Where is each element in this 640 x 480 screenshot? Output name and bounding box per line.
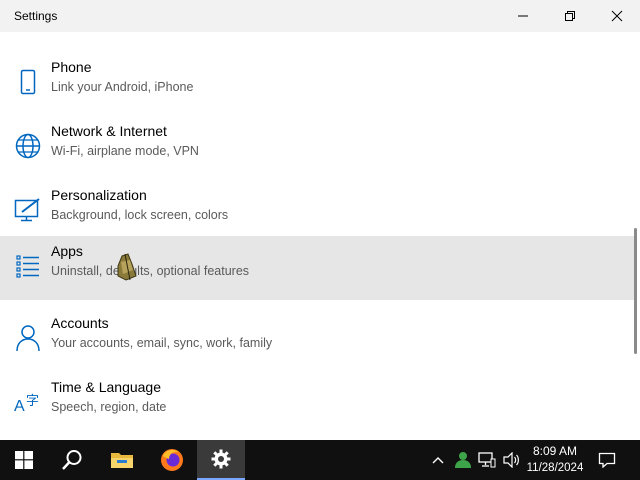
category-description: Wi-Fi, airplane mode, VPN [51,144,199,158]
category-label: Apps [51,243,83,259]
category-description: Your accounts, email, sync, work, family [51,336,273,350]
windows-start-icon [15,451,33,469]
settings-taskbar-button[interactable] [197,440,245,480]
clock-date: 11/28/2024 [526,462,584,474]
settings-category-list: Phone Link your Android, iPhone Network … [0,32,640,440]
network-wired-icon [478,452,496,468]
time-language-icon: A 字 [12,386,44,418]
taskbar-clock[interactable]: 8:09 AM 11/28/2024 [522,443,588,479]
start-button[interactable] [0,440,48,480]
volume-tray-button[interactable] [500,440,522,480]
category-description: Uninstall, defaults, optional features [51,264,250,278]
phone-icon [12,66,44,98]
restore-button[interactable] [547,0,593,32]
firefox-button[interactable] [148,440,196,480]
globe-icon [12,130,44,162]
category-label: Network & Internet [51,123,167,139]
scrollbar-thumb[interactable] [634,228,637,354]
speaker-icon [503,452,519,468]
minimize-icon [518,15,528,17]
file-explorer-button[interactable] [98,440,146,480]
minimize-button[interactable] [500,0,546,32]
category-accounts[interactable]: Accounts Your accounts, email, sync, wor… [0,308,636,372]
show-hidden-icons-button[interactable] [428,440,448,480]
settings-gear-icon [211,449,231,469]
chevron-up-icon [432,457,444,464]
mouse-cursor-icon [112,250,140,284]
personalization-icon [12,194,44,226]
category-network-internet[interactable]: Network & Internet Wi-Fi, airplane mode,… [0,116,636,180]
clock-time: 8:09 AM [532,444,578,458]
category-time-language[interactable]: A 字 Time & Language Speech, region, date [0,372,636,436]
category-description: Background, lock screen, colors [51,208,229,222]
search-button[interactable] [48,440,96,480]
category-description: Speech, region, date [51,400,167,414]
network-tray-button[interactable] [476,440,498,480]
file-explorer-icon [111,453,133,468]
category-description: Link your Android, iPhone [51,80,194,94]
title-bar: Settings [0,0,640,32]
category-label: Time & Language [51,379,161,395]
svg-text:A: A [14,398,25,415]
svg-text:字: 字 [26,394,39,409]
tray-app-button[interactable] [452,440,474,480]
restore-icon [565,11,575,21]
apps-list-icon [12,250,44,282]
close-icon [611,10,623,22]
person-icon [12,322,44,354]
category-label: Personalization [51,187,147,203]
category-personalization[interactable]: Personalization Background, lock screen,… [0,180,636,244]
close-button[interactable] [594,0,640,32]
notification-icon [598,452,616,468]
category-apps[interactable]: Apps Uninstall, defaults, optional featu… [0,236,636,300]
window-title: Settings [14,9,58,23]
taskbar: 8:09 AM 11/28/2024 [0,440,640,480]
category-label: Phone [51,59,92,75]
action-center-button[interactable] [592,440,622,480]
category-label: Accounts [51,315,109,331]
search-icon [62,450,82,470]
green-person-tray-icon [455,452,471,468]
category-phone[interactable]: Phone Link your Android, iPhone [0,52,636,116]
firefox-icon [161,449,183,471]
settings-window: Settings Phone Link your Android, iPhone [0,0,640,440]
